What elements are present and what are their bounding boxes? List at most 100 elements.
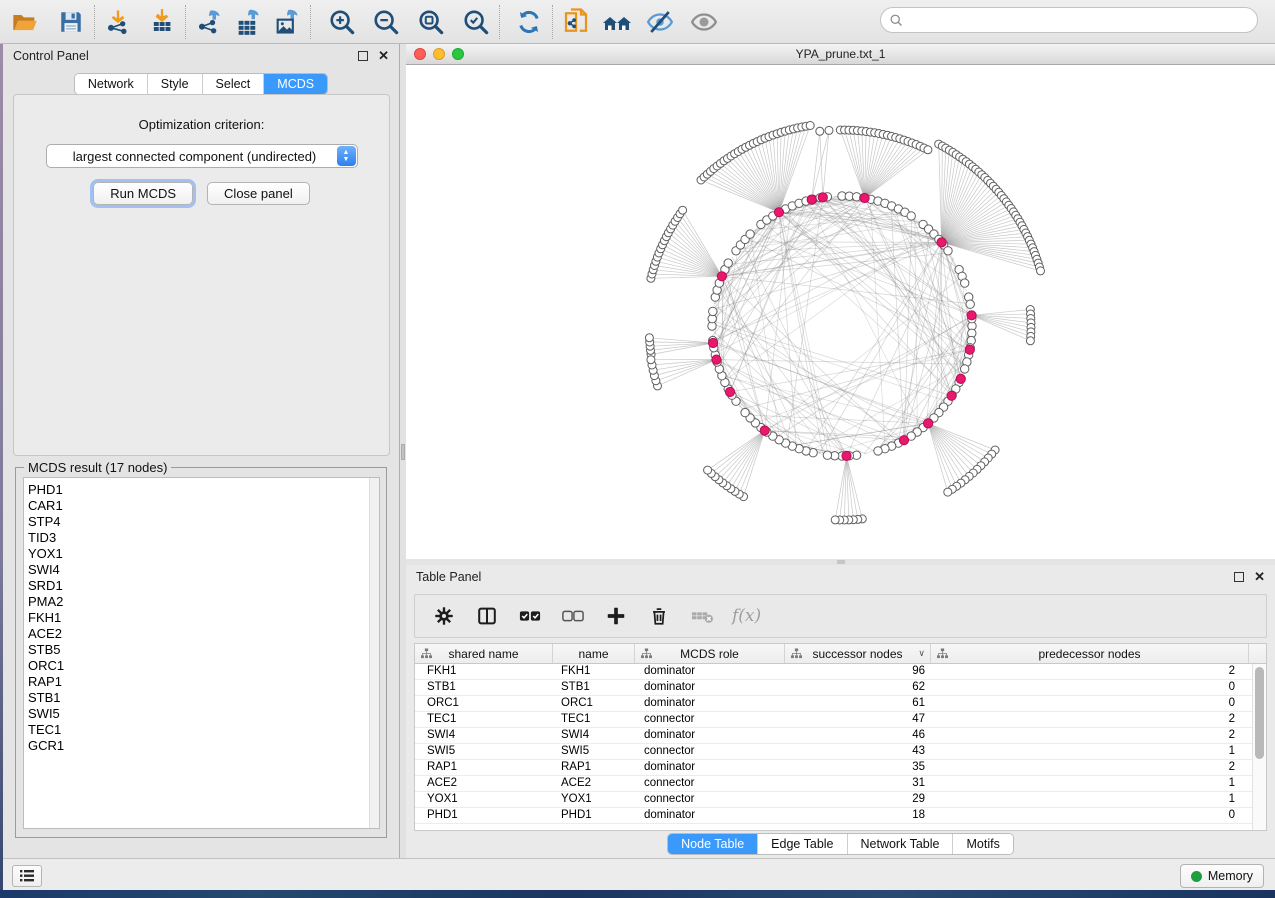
table-row[interactable]: RAP1RAP1dominator352 <box>415 760 1266 776</box>
dropdown-stepper-icon: ▲▼ <box>337 146 356 166</box>
window-close-icon[interactable] <box>414 48 426 60</box>
table-cell: FKH1 <box>415 664 553 679</box>
refresh-icon[interactable] <box>512 5 546 39</box>
hide-selected-icon[interactable] <box>643 5 677 39</box>
select-all-columns-icon[interactable] <box>517 603 543 629</box>
float-table-panel-icon[interactable] <box>1234 572 1244 582</box>
table-row[interactable]: ORC1ORC1dominator610 <box>415 696 1266 712</box>
save-session-icon[interactable] <box>54 5 88 39</box>
mcds-result-item[interactable]: FKH1 <box>28 610 369 626</box>
zoom-out-icon[interactable] <box>369 5 403 39</box>
table-cell: YOX1 <box>415 792 553 807</box>
mcds-result-item[interactable]: TEC1 <box>28 722 369 738</box>
table-cell: dominator <box>635 808 785 823</box>
mcds-hub-node <box>760 426 769 435</box>
zoom-in-icon[interactable] <box>325 5 359 39</box>
delete-column-icon[interactable] <box>646 603 672 629</box>
table-row[interactable]: STB1STB1dominator620 <box>415 680 1266 696</box>
mcds-result-item[interactable]: STP4 <box>28 514 369 530</box>
table-row[interactable]: SWI4SWI4dominator462 <box>415 728 1266 744</box>
sort-descending-icon: ∨ <box>918 648 925 659</box>
window-maximize-icon[interactable] <box>452 48 464 60</box>
deselect-all-columns-icon[interactable] <box>560 603 586 629</box>
tab-mcds[interactable]: MCDS <box>264 74 327 94</box>
tab-style[interactable]: Style <box>148 74 203 94</box>
tab-edge-table[interactable]: Edge Table <box>758 834 847 854</box>
memory-button[interactable]: Memory <box>1180 864 1264 888</box>
table-row[interactable]: PHD1PHD1dominator180 <box>415 808 1266 824</box>
zoom-selected-icon[interactable] <box>459 5 493 39</box>
window-minimize-icon[interactable] <box>433 48 445 60</box>
mcds-result-item[interactable]: PHD1 <box>28 482 369 498</box>
table-cell: 0 <box>931 696 1249 711</box>
table-cell: connector <box>635 744 785 759</box>
mcds-result-item[interactable]: SRD1 <box>28 578 369 594</box>
column-type-icon <box>421 648 432 659</box>
mcds-result-item[interactable]: ORC1 <box>28 658 369 674</box>
table-settings-gear-icon[interactable] <box>431 603 457 629</box>
column-header-name[interactable]: name <box>553 644 635 663</box>
column-layout-icon[interactable] <box>474 603 500 629</box>
mcds-result-group: MCDS result (17 nodes) PHD1CAR1STP4TID3Y… <box>15 467 387 838</box>
mcds-list-scrollbar[interactable] <box>369 478 379 828</box>
table-row[interactable]: ACE2ACE2connector311 <box>415 776 1266 792</box>
table-cell: RAP1 <box>415 760 553 775</box>
mcds-result-item[interactable]: TID3 <box>28 530 369 546</box>
node-table-body[interactable]: FKH1FKH1dominator962STB1STB1dominator620… <box>415 664 1266 824</box>
open-session-icon[interactable] <box>8 5 42 39</box>
zoom-fit-icon[interactable] <box>414 5 448 39</box>
column-header-shared-name[interactable]: shared name <box>415 644 553 663</box>
network-view-canvas[interactable] <box>406 65 1275 559</box>
table-row[interactable]: SWI5SWI5connector431 <box>415 744 1266 760</box>
import-network-icon[interactable] <box>101 5 135 39</box>
run-mcds-button[interactable]: Run MCDS <box>93 182 193 205</box>
tab-select[interactable]: Select <box>203 74 265 94</box>
column-header-MCDS-role[interactable]: MCDS role <box>635 644 785 663</box>
mcds-result-item[interactable]: GCR1 <box>28 738 369 754</box>
tab-network[interactable]: Network <box>75 74 148 94</box>
optimization-criterion-dropdown[interactable]: largest connected component (undirected)… <box>46 144 358 168</box>
mcds-result-item[interactable]: CAR1 <box>28 498 369 514</box>
mcds-result-item[interactable]: SWI5 <box>28 706 369 722</box>
show-all-icon[interactable] <box>687 5 721 39</box>
column-header-predecessor-nodes[interactable]: predecessor nodes <box>931 644 1249 663</box>
table-cell: dominator <box>635 680 785 695</box>
tab-node-table[interactable]: Node Table <box>668 834 758 854</box>
task-history-icon[interactable] <box>12 865 42 887</box>
first-neighbors-icon[interactable] <box>601 5 635 39</box>
mcds-result-item[interactable]: STB1 <box>28 690 369 706</box>
table-scrollbar[interactable] <box>1252 664 1266 831</box>
clone-network-icon[interactable] <box>559 5 593 39</box>
close-panel-icon[interactable]: ✕ <box>378 51 389 61</box>
close-panel-button[interactable]: Close panel <box>207 182 310 205</box>
control-panel: Control Panel ✕ Network Style Select MCD… <box>3 44 400 858</box>
mcds-result-item[interactable]: STB5 <box>28 642 369 658</box>
close-table-panel-icon[interactable]: ✕ <box>1254 572 1265 582</box>
mcds-result-item[interactable]: RAP1 <box>28 674 369 690</box>
add-column-icon[interactable] <box>603 603 629 629</box>
tab-motifs[interactable]: Motifs <box>953 834 1012 854</box>
import-table-icon[interactable] <box>145 5 179 39</box>
mcds-result-item[interactable]: PMA2 <box>28 594 369 610</box>
column-header-successor-nodes[interactable]: successor nodes∨ <box>785 644 931 663</box>
export-image-icon[interactable] <box>270 5 304 39</box>
table-row[interactable]: TEC1TEC1connector472 <box>415 712 1266 728</box>
table-row[interactable]: YOX1YOX1connector291 <box>415 792 1266 808</box>
mcds-result-list[interactable]: PHD1CAR1STP4TID3YOX1SWI4SRD1PMA2FKH1ACE2… <box>24 478 369 828</box>
mcds-result-item[interactable]: ACE2 <box>28 626 369 642</box>
search-input[interactable] <box>904 10 1257 30</box>
export-table-icon[interactable] <box>231 5 265 39</box>
table-cell: ORC1 <box>553 696 635 711</box>
delete-table-icon[interactable] <box>689 603 715 629</box>
table-row[interactable]: FKH1FKH1dominator962 <box>415 664 1266 680</box>
float-panel-icon[interactable] <box>358 51 368 61</box>
network-window-titlebar[interactable]: YPA_prune.txt_1 <box>406 44 1275 65</box>
tab-network-table[interactable]: Network Table <box>848 834 954 854</box>
desktop: Control Panel ✕ Network Style Select MCD… <box>0 0 1275 898</box>
table-cell: 2 <box>931 728 1249 743</box>
export-network-icon[interactable] <box>192 5 226 39</box>
mcds-result-item[interactable]: SWI4 <box>28 562 369 578</box>
mcds-result-item[interactable]: YOX1 <box>28 546 369 562</box>
table-cell: 46 <box>785 728 931 743</box>
table-scrollbar-thumb[interactable] <box>1255 667 1264 759</box>
